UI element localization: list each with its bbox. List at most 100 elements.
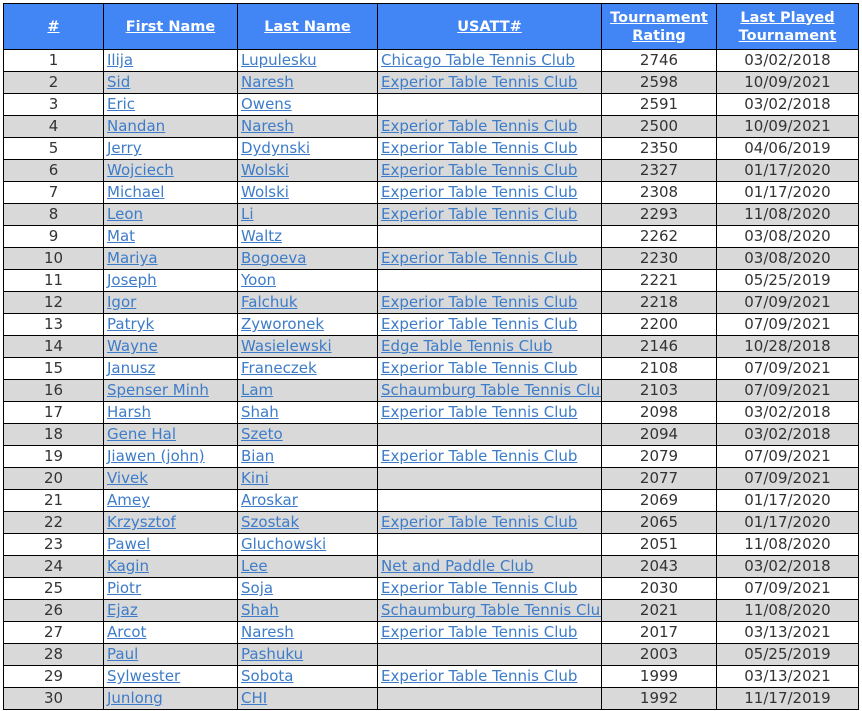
header-usatt[interactable]: USATT# [377, 3, 602, 50]
last-name-link[interactable]: Lee [241, 557, 268, 575]
first-name-link[interactable]: Eric [107, 95, 135, 113]
last-name-link[interactable]: Yoon [241, 271, 276, 289]
header-number[interactable]: # [3, 3, 104, 50]
club-link[interactable]: Net and Paddle Club [381, 557, 534, 575]
club-link[interactable]: Experior Table Tennis Club [381, 139, 577, 157]
club-link[interactable]: Experior Table Tennis Club [381, 249, 577, 267]
first-name-link[interactable]: Amey [107, 491, 150, 509]
last-name-link[interactable]: Shah [241, 403, 279, 421]
last-name-link[interactable]: CHI [241, 689, 267, 707]
last-name-link[interactable]: Shah [241, 601, 279, 619]
last-name-link[interactable]: Gluchowski [241, 535, 326, 553]
club-link[interactable]: Experior Table Tennis Club [381, 623, 577, 641]
club-link[interactable]: Schaumburg Table Tennis Club [381, 381, 601, 399]
first-name-link[interactable]: Piotr [107, 579, 141, 597]
first-name-link[interactable]: Paul [107, 645, 138, 663]
last-name-link[interactable]: Franeczek [241, 359, 317, 377]
cell-first-name: Ejaz [103, 599, 238, 622]
table-row: 9 Mat Waltz 2262 03/08/2020 [3, 225, 859, 248]
first-name-link[interactable]: Igor [107, 293, 136, 311]
first-name-link[interactable]: Junlong [107, 689, 163, 707]
first-name-link[interactable]: Harsh [107, 403, 151, 421]
last-name-link[interactable]: Naresh [241, 73, 294, 91]
cell-rating: 2098 [601, 401, 717, 424]
first-name-link[interactable]: Pawel [107, 535, 150, 553]
first-name-link[interactable]: Krzysztof [107, 513, 176, 531]
header-last-played[interactable]: Last Played Tournament [716, 3, 859, 50]
last-name-link[interactable]: Szeto [241, 425, 283, 443]
last-name-link[interactable]: Waltz [241, 227, 282, 245]
table-row: 6 Wojciech Wolski Experior Table Tennis Clu… [3, 159, 859, 182]
header-last-name[interactable]: Last Name [237, 3, 378, 50]
last-name-link[interactable]: Wasielewski [241, 337, 332, 355]
cell-first-name: Paul [103, 643, 238, 666]
club-link[interactable]: Experior Table Tennis Club [381, 293, 577, 311]
club-link[interactable]: Experior Table Tennis Club [381, 513, 577, 531]
first-name-link[interactable]: Patryk [107, 315, 154, 333]
first-name-link[interactable]: Arcot [107, 623, 146, 641]
first-name-link[interactable]: Jiawen (john) [107, 447, 205, 465]
last-name-link[interactable]: Sobota [241, 667, 293, 685]
club-link[interactable]: Experior Table Tennis Club [381, 447, 577, 465]
last-name-link[interactable]: Wolski [241, 161, 289, 179]
first-name-link[interactable]: Sylwester [107, 667, 180, 685]
header-first-name[interactable]: First Name [103, 3, 238, 50]
club-link[interactable]: Experior Table Tennis Club [381, 403, 577, 421]
club-link[interactable]: Experior Table Tennis Club [381, 205, 577, 223]
first-name-link[interactable]: Spenser Minh [107, 381, 209, 399]
first-name-link[interactable]: Janusz [107, 359, 155, 377]
last-name-link[interactable]: Naresh [241, 623, 294, 641]
cell-last-played: 07/09/2021 [716, 379, 859, 402]
club-link[interactable]: Schaumburg Table Tennis Club [381, 601, 601, 619]
club-link[interactable]: Chicago Table Tennis Club [381, 51, 575, 69]
cell-last-played: 01/17/2020 [716, 511, 859, 534]
last-name-link[interactable]: Lam [241, 381, 273, 399]
first-name-link[interactable]: Michael [107, 183, 164, 201]
last-name-link[interactable]: Li [241, 205, 254, 223]
club-link[interactable]: Experior Table Tennis Club [381, 315, 577, 333]
last-name-link[interactable]: Dydynski [241, 139, 310, 157]
club-link[interactable]: Experior Table Tennis Club [381, 359, 577, 377]
club-link[interactable]: Edge Table Tennis Club [381, 337, 552, 355]
last-name-link[interactable]: Wolski [241, 183, 289, 201]
table-row: 2 Sid Naresh Experior Table Tennis Club 2598… [3, 71, 859, 94]
first-name-link[interactable]: Kagin [107, 557, 149, 575]
first-name-link[interactable]: Ilija [107, 51, 133, 69]
last-name-link[interactable]: Bian [241, 447, 274, 465]
club-link[interactable]: Experior Table Tennis Club [381, 183, 577, 201]
header-rating[interactable]: Tournament Rating [601, 3, 717, 50]
first-name-link[interactable]: Mariya [107, 249, 158, 267]
last-name-link[interactable]: Naresh [241, 117, 294, 135]
first-name-link[interactable]: Ejaz [107, 601, 138, 619]
last-name-link[interactable]: Falchuk [241, 293, 298, 311]
last-name-link[interactable]: Kini [241, 469, 269, 487]
last-name-link[interactable]: Aroskar [241, 491, 298, 509]
first-name-link[interactable]: Sid [107, 73, 130, 91]
last-name-link[interactable]: Lupulesku [241, 51, 317, 69]
club-link[interactable]: Experior Table Tennis Club [381, 667, 577, 685]
cell-club: Schaumburg Table Tennis Club [377, 379, 602, 402]
last-name-link[interactable]: Pashuku [241, 645, 303, 663]
table-row: 19 Jiawen (john) Bian Experior Table Tennis… [3, 445, 859, 468]
first-name-link[interactable]: Jerry [107, 139, 142, 157]
club-link[interactable]: Experior Table Tennis Club [381, 579, 577, 597]
cell-last-played: 10/09/2021 [716, 115, 859, 138]
cell-club: Experior Table Tennis Club [377, 357, 602, 380]
first-name-link[interactable]: Joseph [107, 271, 157, 289]
cell-club: Experior Table Tennis Club [377, 203, 602, 226]
first-name-link[interactable]: Nandan [107, 117, 165, 135]
first-name-link[interactable]: Vivek [107, 469, 148, 487]
last-name-link[interactable]: Bogoeva [241, 249, 306, 267]
first-name-link[interactable]: Leon [107, 205, 143, 223]
last-name-link[interactable]: Owens [241, 95, 292, 113]
club-link[interactable]: Experior Table Tennis Club [381, 117, 577, 135]
last-name-link[interactable]: Zyworonek [241, 315, 324, 333]
club-link[interactable]: Experior Table Tennis Club [381, 161, 577, 179]
club-link[interactable]: Experior Table Tennis Club [381, 73, 577, 91]
last-name-link[interactable]: Szostak [241, 513, 299, 531]
first-name-link[interactable]: Wojciech [107, 161, 174, 179]
last-name-link[interactable]: Soja [241, 579, 273, 597]
first-name-link[interactable]: Mat [107, 227, 135, 245]
first-name-link[interactable]: Wayne [107, 337, 158, 355]
first-name-link[interactable]: Gene Hal [107, 425, 176, 443]
